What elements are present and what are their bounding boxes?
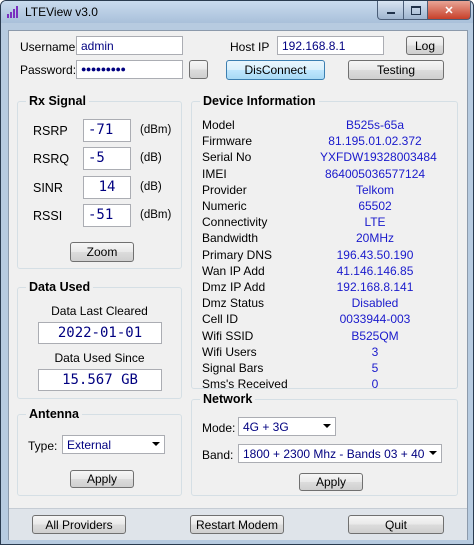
network-band-select[interactable]: 1800 + 2300 Mhz - Bands 03 + 40 <box>238 444 442 463</box>
device-info-title: Device Information <box>200 94 319 108</box>
window-title: LTEView v3.0 <box>25 5 98 19</box>
data-used-since-label: Data Used Since <box>54 351 145 365</box>
device-info-label: Connectivity <box>202 215 268 230</box>
network-mode-label: Mode: <box>202 421 236 435</box>
data-last-cleared-value: 2022-01-01 <box>38 322 162 344</box>
show-password-button[interactable] <box>189 60 208 79</box>
username-label: Username: <box>20 40 79 54</box>
device-info-label: Dmz Status <box>202 296 265 311</box>
all-providers-button[interactable]: All Providers <box>32 515 126 534</box>
chevron-down-icon <box>429 451 437 455</box>
device-info-label: Serial No <box>202 150 252 165</box>
device-info-value: 0 <box>371 377 379 392</box>
antenna-type-value: External <box>67 438 112 452</box>
device-info-value: 20MHz <box>355 231 394 246</box>
antenna-group: Antenna Type: External Apply <box>17 407 182 496</box>
device-info-label: Wifi SSID <box>202 328 254 343</box>
device-info-value: 864005036577124 <box>324 166 426 181</box>
device-info-group: Device Information Model B525s-65a Firmwar… <box>191 94 458 392</box>
rssi-unit: (dBm) <box>140 209 172 221</box>
network-group: Network Mode: 4G + 3G Band: 1800 + 2300 … <box>191 392 458 496</box>
username-input[interactable]: admin <box>76 36 183 55</box>
app-window: LTEView v3.0 ✕ Username: admin Host IP 1… <box>0 0 474 545</box>
data-used-since-value: 15.567 GB <box>38 369 162 391</box>
device-info-label: Dmz IP Add <box>202 280 266 294</box>
title-bar[interactable]: LTEView v3.0 ✕ <box>1 1 473 23</box>
device-info-value: 41.146.146.85 <box>336 263 414 278</box>
device-info-value: 5 <box>371 361 379 375</box>
rsrp-unit: (dBm) <box>140 124 172 136</box>
device-info-label: Wan IP Add <box>202 263 265 278</box>
password-label: Password: <box>20 63 77 77</box>
device-info-label: Provider <box>202 182 247 197</box>
device-info-value: Disabled <box>351 296 399 311</box>
antenna-apply-button[interactable]: Apply <box>70 470 134 488</box>
quit-button[interactable]: Quit <box>348 515 444 534</box>
device-info-label: Wifi Users <box>202 344 257 359</box>
device-info-label: Bandwidth <box>202 231 259 246</box>
rsrq-label: RSRQ <box>33 152 70 166</box>
network-mode-select[interactable]: 4G + 3G <box>238 417 336 436</box>
minimize-button[interactable] <box>377 1 405 20</box>
device-info-label: Signal Bars <box>202 361 264 375</box>
data-used-group: Data Used Data Last Cleared 2022-01-01 D… <box>17 280 182 399</box>
sinr-unit: (dB) <box>140 181 162 193</box>
device-info-label: Numeric <box>202 199 247 213</box>
device-info-label: Primary DNS <box>202 247 273 262</box>
device-info-value: LTE <box>364 215 386 230</box>
device-info-label: Model <box>202 118 235 132</box>
device-info-label: IMEI <box>202 166 227 181</box>
antenna-title: Antenna <box>26 407 82 421</box>
device-info-value: 0033944-003 <box>339 312 411 327</box>
device-info-value: B525s-65a <box>345 118 405 132</box>
maximize-button[interactable] <box>403 1 429 20</box>
device-info-value: 81.195.01.02.372 <box>328 134 422 149</box>
antenna-type-select[interactable]: External <box>62 435 165 454</box>
device-info-value: YXFDW19328003484 <box>320 150 437 165</box>
rsrq-unit: (dB) <box>140 152 162 164</box>
rssi-label: RSSI <box>33 209 63 223</box>
device-info-label: Sms's Received <box>202 377 288 392</box>
device-info-value: Telkom <box>355 182 394 197</box>
device-info-label: Cell ID <box>202 312 239 327</box>
data-last-cleared-label: Data Last Cleared <box>51 304 148 318</box>
network-apply-button[interactable]: Apply <box>299 473 363 491</box>
chevron-down-icon <box>323 424 331 428</box>
disconnect-button[interactable]: DisConnect <box>226 60 325 80</box>
signal-bars-icon <box>7 6 19 18</box>
sinr-label: SINR <box>33 181 63 195</box>
log-button[interactable]: Log <box>406 36 444 55</box>
network-mode-value: 4G + 3G <box>243 420 289 434</box>
close-button[interactable]: ✕ <box>427 1 471 20</box>
network-band-value: 1800 + 2300 Mhz - Bands 03 + 40 <box>243 447 425 461</box>
sinr-value: 14 <box>83 176 131 199</box>
device-info-label: Firmware <box>202 134 252 149</box>
rsrp-label: RSRP <box>33 124 68 138</box>
password-input[interactable]: ●●●●●●●●● <box>76 60 183 79</box>
antenna-type-label: Type: <box>28 439 58 453</box>
maximize-icon <box>411 5 421 15</box>
chevron-down-icon <box>152 442 160 446</box>
host-ip-input[interactable]: 192.168.8.1 <box>277 36 384 55</box>
network-band-label: Band: <box>202 448 234 462</box>
rsrq-value: -5 <box>83 147 131 170</box>
rx-signal-title: Rx Signal <box>26 94 89 108</box>
minimize-icon <box>387 12 395 14</box>
rssi-value: -51 <box>83 204 131 227</box>
device-info-value: 65502 <box>358 199 392 213</box>
data-used-title: Data Used <box>26 280 94 294</box>
testing-button[interactable]: Testing <box>348 60 444 80</box>
device-info-value: 196.43.50.190 <box>336 247 414 262</box>
restart-modem-button[interactable]: Restart Modem <box>190 515 284 534</box>
client-area: Username: admin Host IP 192.168.8.1 Log … <box>8 30 468 540</box>
network-title: Network <box>200 392 256 406</box>
device-info-value: 192.168.8.141 <box>336 280 414 294</box>
zoom-button[interactable]: Zoom <box>70 242 134 262</box>
device-info-value: B525QM <box>351 328 399 343</box>
rx-signal-group: Rx Signal RSRP -71 (dBm) RSRQ -5 (dB) SI… <box>17 94 182 269</box>
device-info-value: 3 <box>371 344 379 359</box>
close-icon: ✕ <box>444 4 454 17</box>
rsrp-value: -71 <box>83 119 131 142</box>
host-ip-label: Host IP <box>230 40 270 54</box>
